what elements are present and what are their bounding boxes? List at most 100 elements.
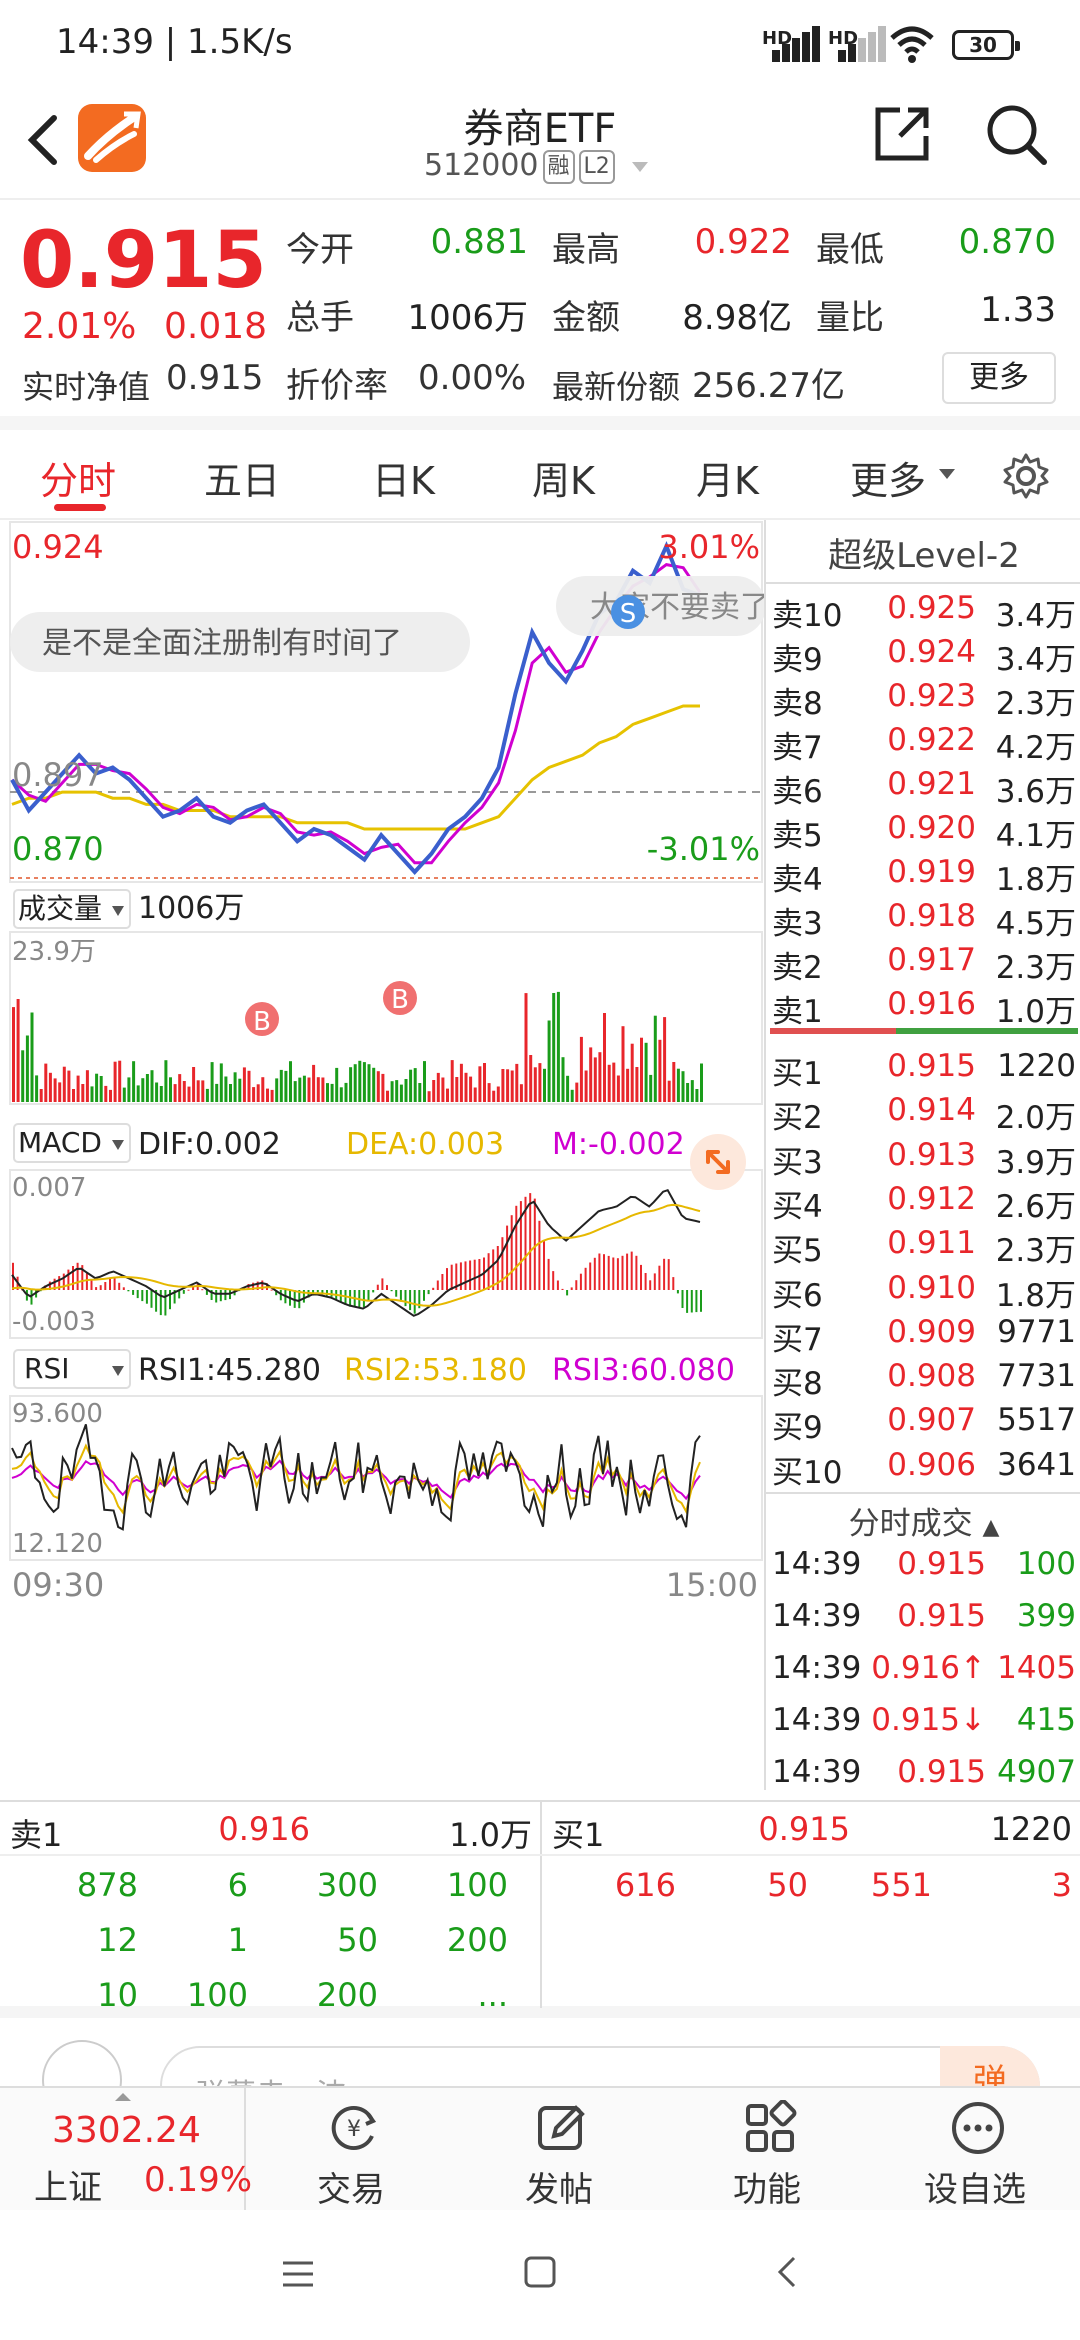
bid-row[interactable]: 买5 0.911 2.3万 <box>766 1225 1080 1269</box>
ask-price: 0.922 <box>887 722 976 758</box>
ask-queue-order: 200 <box>446 1921 508 1959</box>
tab-daily-k[interactable]: 日K <box>372 450 435 505</box>
stock-code-row[interactable]: 512000 融 L2 <box>424 148 650 184</box>
ask-row[interactable]: 卖4 0.919 1.8万 <box>766 854 1080 898</box>
nav-function[interactable]: 功能 <box>692 2088 842 2212</box>
ask-row[interactable]: 卖7 0.922 4.2万 <box>766 722 1080 766</box>
search-icon[interactable] <box>984 102 1050 168</box>
danmaku-send-button[interactable]: 弹 <box>940 2046 1040 2086</box>
volume-bar <box>261 1077 265 1102</box>
ask-row[interactable]: 卖5 0.920 4.1万 <box>766 810 1080 854</box>
tab-more[interactable]: 更多 <box>850 450 926 505</box>
intraday-chart[interactable]: 0.924 0.897 0.870 3.01% -3.01% 是不是全面注册制有… <box>0 520 764 1800</box>
function-icon <box>746 2100 797 2152</box>
stock-code: 512000 <box>424 148 539 183</box>
volume-bar <box>570 1089 574 1102</box>
expand-chart-button[interactable] <box>690 1134 746 1190</box>
tab-five-day[interactable]: 五日 <box>204 450 280 505</box>
volume-bar <box>450 1060 454 1102</box>
volume-bar <box>136 1085 140 1102</box>
nav-value: 0.915 <box>166 358 264 398</box>
bid-row[interactable]: 买7 0.909 9771 <box>766 1314 1080 1358</box>
bid-label: 买7 <box>772 1321 823 1358</box>
volume-bar <box>695 1089 699 1102</box>
ask-row[interactable]: 卖8 0.923 2.3万 <box>766 678 1080 722</box>
bid-row[interactable]: 买6 0.910 1.8万 <box>766 1270 1080 1314</box>
comment-toggle-button[interactable] <box>42 2040 122 2086</box>
bid-row[interactable]: 买9 0.907 5517 <box>766 1402 1080 1446</box>
volume-bar <box>459 1063 463 1102</box>
macd-bar <box>159 1290 162 1316</box>
volume-bar <box>229 1084 232 1102</box>
tab-monthly-k[interactable]: 月K <box>696 450 759 505</box>
trades-title-row[interactable]: 分时成交 ▲ <box>766 1498 1080 1543</box>
ask-row[interactable]: 卖1 0.916 1.0万 <box>766 986 1080 1030</box>
back-nav-icon[interactable] <box>770 2254 806 2290</box>
volume-bar <box>30 1012 34 1102</box>
macd-bar <box>67 1269 70 1290</box>
bid-row[interactable]: 买2 0.914 2.0万 <box>766 1092 1080 1136</box>
macd-bar <box>653 1273 656 1290</box>
index-ticker[interactable]: 3302.24 上证 0.19% <box>0 2088 252 2212</box>
queue-ask-label: 卖1 <box>10 1816 63 1854</box>
macd-bar <box>436 1280 439 1290</box>
ask-row[interactable]: 卖6 0.921 3.6万 <box>766 766 1080 810</box>
ask-queue-order: 100 <box>446 1866 508 1904</box>
queue-ask-vol: 1.0万 <box>449 1816 532 1854</box>
volume-bar <box>141 1078 145 1102</box>
more-button[interactable]: 更多 <box>942 352 1056 404</box>
bid-price: 0.910 <box>887 1269 976 1306</box>
nav-watchlist[interactable]: 设自选 <box>900 2088 1050 2212</box>
bid-row[interactable]: 买1 0.915 1220 <box>766 1048 1080 1092</box>
macd-bar <box>473 1259 476 1290</box>
volume-bar <box>196 1080 200 1102</box>
menu-icon[interactable] <box>280 2256 316 2292</box>
tab-intraday[interactable]: 分时 <box>40 450 116 505</box>
macd-bar <box>579 1273 582 1290</box>
watchlist-icon <box>952 2102 1004 2154</box>
volume-bar <box>626 1068 630 1102</box>
bid-row[interactable]: 买4 0.912 2.6万 <box>766 1181 1080 1225</box>
bid-row[interactable]: 买10 0.906 3641 <box>766 1447 1080 1491</box>
volume-bar <box>464 1072 468 1102</box>
macd-bar <box>593 1257 596 1290</box>
bid-row[interactable]: 买3 0.913 3.9万 <box>766 1137 1080 1181</box>
volume-bar <box>358 1060 362 1102</box>
bid-price: 0.906 <box>887 1446 976 1483</box>
volume-bar <box>399 1084 403 1102</box>
buy-marker-label-2: B <box>391 985 409 1015</box>
ask-row[interactable]: 卖10 0.925 3.4万 <box>766 590 1080 634</box>
nav-trade[interactable]: ¥ 交易 <box>276 2088 426 2212</box>
ask-price: 0.917 <box>887 942 976 978</box>
macd-bar <box>104 1282 107 1290</box>
nav-watchlist-label: 设自选 <box>924 2170 1026 2210</box>
ask-row[interactable]: 卖3 0.918 4.5万 <box>766 898 1080 942</box>
bid-label: 买10 <box>772 1454 843 1491</box>
volume-bar <box>483 1063 486 1102</box>
queue-ask-price: 0.916 <box>218 1810 310 1848</box>
buy-marker-2: B <box>383 981 417 1015</box>
trade-time: 14:39 <box>772 1702 862 1738</box>
share-icon[interactable] <box>872 104 932 164</box>
ask-row[interactable]: 卖9 0.924 3.4万 <box>766 634 1080 678</box>
volume-bar <box>524 993 528 1102</box>
level2-title: 超级Level-2 <box>828 536 1020 576</box>
bid-label: 买6 <box>772 1277 823 1314</box>
bid-row[interactable]: 买8 0.908 7731 <box>766 1358 1080 1402</box>
bid-label: 买4 <box>772 1188 823 1225</box>
volume-bar <box>658 1039 662 1102</box>
trade-price: 0.915↓ <box>871 1702 986 1738</box>
volume-bar <box>593 1057 597 1102</box>
tab-weekly-k[interactable]: 周K <box>532 450 595 505</box>
nav-post[interactable]: 发帖 <box>484 2088 634 2212</box>
macd-axis-bottom: -0.003 <box>12 1307 96 1337</box>
ask-row[interactable]: 卖2 0.917 2.3万 <box>766 942 1080 986</box>
macd-bar <box>423 1290 425 1301</box>
volume-bar <box>621 1026 625 1102</box>
ask-queue-order: 200 <box>316 1976 378 2014</box>
home-icon[interactable] <box>522 2254 558 2290</box>
macd-bar <box>547 1258 550 1290</box>
settings-icon[interactable] <box>1002 452 1050 500</box>
volume-bar <box>367 1064 371 1102</box>
comment-input[interactable]: 弹幕走一波 <box>160 2046 1040 2086</box>
